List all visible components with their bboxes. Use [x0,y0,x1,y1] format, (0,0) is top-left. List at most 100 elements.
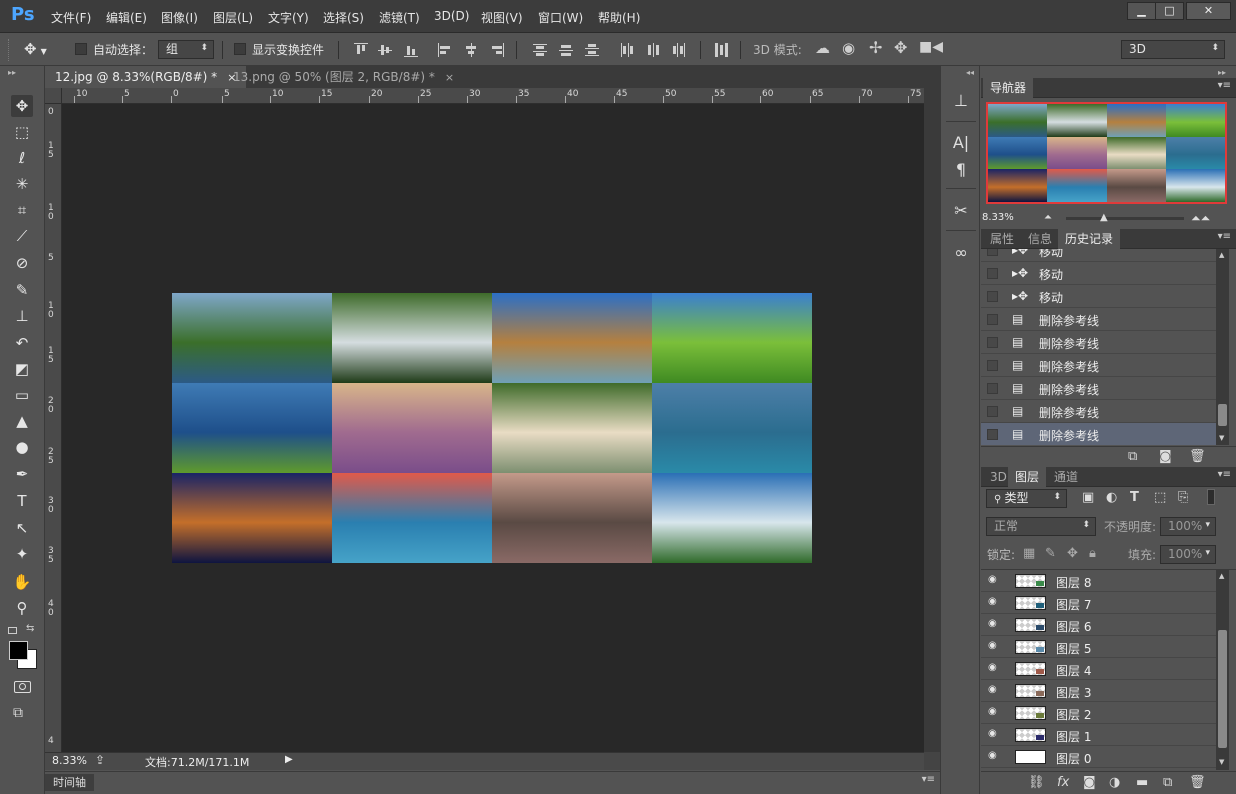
visibility-eye-icon[interactable]: ◉ [988,685,1002,695]
foreground-color-swatch[interactable] [9,641,28,660]
adjustment-layer-icon[interactable]: ◑ [1109,775,1120,790]
add-mask-icon[interactable]: ◙ [1083,775,1096,790]
panel-menu-icon[interactable]: ▾≡ [1218,469,1231,480]
distribute-bottom-icon[interactable] [585,43,599,57]
blur-icon[interactable]: ▲ [11,410,33,432]
navigator-zoom[interactable]: 8.33% [982,212,1014,223]
quick-mask-icon[interactable] [14,681,31,693]
visibility-eye-icon[interactable]: ◉ [988,641,1002,651]
fill-field[interactable]: 100% ▾ [1160,545,1216,564]
tab-13-png[interactable]: 13.png @ 50% (图层 2, RGB/8#) * × [223,66,464,88]
crop-icon[interactable]: ⌗ [11,199,33,221]
fx-icon[interactable]: fx [1057,775,1069,790]
align-right-icon[interactable] [490,43,504,57]
path-select-icon[interactable]: ↖ [11,517,33,539]
visibility-eye-icon[interactable]: ◉ [988,751,1002,761]
tab-navigator[interactable]: 导航器 [983,78,1034,98]
align-left-icon[interactable] [438,43,452,57]
3d-scale-icon[interactable]: ■◀ [919,39,943,55]
scroll-thumb[interactable] [1218,630,1227,748]
share-icon[interactable]: ⇪ [95,753,105,767]
link-layers-icon[interactable]: ⛓ [1028,775,1045,790]
layer-row[interactable]: ◉ 图层 2 [981,702,1216,724]
menu-select[interactable]: 选择(S) [323,9,364,26]
panel-menu-icon[interactable]: ▾≡ [1218,231,1231,242]
trash-icon[interactable]: 🗑 [1189,775,1206,790]
history-source-checkbox[interactable] [987,249,998,256]
layer-row[interactable]: ◉ 图层 6 [981,614,1216,636]
panel-menu-icon[interactable]: ▾≡ [922,774,935,785]
new-layer-icon[interactable]: ⧉ [1163,775,1172,790]
status-menu-arrow-icon[interactable]: ▶ [285,754,293,765]
history-scrollbar[interactable]: ▲ ▼ [1216,249,1229,445]
distribute-hcenter-icon[interactable] [646,43,660,57]
history-state[interactable]: ▤ 删除参考线 [981,400,1216,423]
new-group-folder-icon[interactable]: ▬ [1136,775,1148,790]
filter-shape-icon[interactable]: ⬚ [1154,490,1166,505]
history-source-checkbox[interactable] [987,406,998,417]
3d-slide-icon[interactable]: ✥ [894,38,907,57]
tab-info[interactable]: 信息 [1021,229,1059,249]
align-top-icon[interactable] [354,43,368,57]
filter-adjustment-icon[interactable]: ◐ [1106,490,1117,505]
visibility-eye-icon[interactable]: ◉ [988,575,1002,585]
align-hcenter-icon[interactable] [464,43,478,57]
canvas-area[interactable] [62,104,924,752]
zoom-icon[interactable]: ⚲ [11,597,33,619]
distribute-vcenter-icon[interactable] [559,43,573,57]
vertical-ruler[interactable]: 0 1 5 1 0 5 1 0 1 5 2 0 2 5 3 0 3 5 4 0 4 [45,104,62,752]
character-icon[interactable]: A| [950,132,972,154]
horizontal-ruler[interactable]: 10 5 0 5 10 15 20 25 30 35 40 45 50 55 60 65 70 75 [62,88,924,104]
lock-position-icon[interactable]: ✥ [1067,546,1078,561]
marquee-icon[interactable]: ⬚ [11,121,33,143]
menu-image[interactable]: 图像(I) [161,9,198,26]
layer-row[interactable]: ◉ 图层 4 [981,658,1216,680]
history-source-checkbox[interactable] [987,314,998,325]
show-transform-checkbox[interactable] [234,43,246,55]
zoom-in-mountain-icon[interactable]: ⏶⏶ [1191,211,1210,226]
type-icon[interactable]: T [11,490,33,512]
tab-properties[interactable]: 属性 [983,229,1021,249]
distribute-top-icon[interactable] [533,43,547,57]
collapse-panels-icon[interactable]: ◂◂ [966,68,974,77]
visibility-eye-icon[interactable]: ◉ [988,663,1002,673]
history-state[interactable]: ▤ 删除参考线 [981,354,1216,377]
tool-presets-icon[interactable]: ⊥ [950,90,972,112]
menu-layer[interactable]: 图层(L) [213,9,253,26]
trash-icon[interactable]: 🗑 [1189,449,1206,464]
visibility-eye-icon[interactable]: ◉ [988,619,1002,629]
tab-12-jpg[interactable]: 12.jpg @ 8.33%(RGB/8#) * × [45,66,247,88]
align-vcenter-icon[interactable] [378,43,392,57]
filter-toggle[interactable] [1207,489,1215,505]
layer-row[interactable]: ◉ 图层 8 [981,570,1216,592]
collapse-toolbar-icon[interactable]: ▸▸ [8,68,16,77]
history-source-checkbox[interactable] [987,291,998,302]
distribute-left-icon[interactable] [620,43,634,57]
close-button[interactable]: ✕ [1186,2,1231,20]
camera-icon[interactable]: ◙ [1159,449,1172,464]
menu-view[interactable]: 视图(V) [481,9,523,26]
tab-history[interactable]: 历史记录 [1058,229,1121,249]
layer-row[interactable]: ◉ 图层 5 [981,636,1216,658]
navigator-zoom-slider[interactable] [1066,217,1184,220]
history-state[interactable]: ▤ 删除参考线 [981,423,1216,445]
layer-filter-dropdown[interactable]: ⚲ 类型 ⬍ [986,489,1067,508]
move-tool-preset-icon[interactable]: ✥ ▼ [24,40,47,58]
3d-roll-icon[interactable]: ◉ [842,39,855,57]
align-bottom-icon[interactable] [404,43,418,57]
maximize-button[interactable]: □ [1155,2,1184,20]
tab-layers[interactable]: 图层 [1008,467,1047,487]
close-tab-icon[interactable]: × [445,71,454,84]
eraser-icon[interactable]: ◩ [11,358,33,380]
auto-select-target-dropdown[interactable]: 组 ⬍ [158,40,214,59]
screen-mode-icon[interactable]: ⧉ [13,705,23,721]
image-collage[interactable] [172,293,812,563]
blend-mode-dropdown[interactable]: 正常 ⬍ [986,517,1096,536]
history-state[interactable]: ▸✥ 移动 [981,262,1216,285]
brush-icon[interactable]: ✎ [11,279,33,301]
slider-thumb[interactable]: ▲ [1100,212,1108,223]
auto-align-icon[interactable] [714,43,728,57]
history-source-checkbox[interactable] [987,429,998,440]
menu-file[interactable]: 文件(F) [51,9,91,26]
gradient-icon[interactable]: ▭ [11,384,33,406]
